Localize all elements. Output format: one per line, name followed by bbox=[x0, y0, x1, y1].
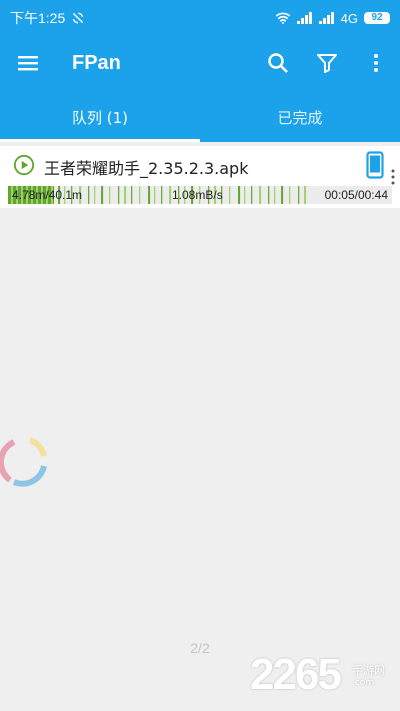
app-toolbar: FPan bbox=[0, 36, 400, 92]
item-more-icon[interactable] bbox=[388, 168, 398, 186]
download-item[interactable]: 王者荣耀助手_2.35.2.3.apk 4.78m/40.1m 1.08mB/s… bbox=[0, 146, 400, 208]
battery-indicator: 92 bbox=[364, 12, 390, 24]
watermark-text: 手游网 bbox=[352, 664, 385, 677]
progress-segment bbox=[109, 186, 111, 204]
file-name: 王者荣耀助手_2.35.2.3.apk bbox=[44, 159, 249, 178]
more-vert-icon[interactable] bbox=[364, 51, 388, 75]
watermark-url: .com bbox=[352, 678, 375, 688]
progress-segment bbox=[148, 186, 151, 204]
progress-segment bbox=[251, 186, 253, 204]
download-progress-bar: 4.78m/40.1m 1.08mB/s 00:05/00:44 bbox=[8, 186, 392, 204]
progress-segment bbox=[289, 186, 291, 204]
progress-segment bbox=[131, 186, 133, 204]
status-bar: 下午1:25 4G 92 bbox=[0, 0, 400, 36]
progress-segment bbox=[139, 186, 141, 204]
phone-icon[interactable] bbox=[366, 151, 384, 179]
progress-segment bbox=[298, 186, 300, 204]
progress-segment bbox=[88, 186, 90, 204]
watermark: 2265 手游网 .com bbox=[250, 650, 400, 708]
loading-spinner-icon bbox=[0, 437, 47, 487]
progress-segment bbox=[94, 186, 96, 204]
progress-segment bbox=[161, 186, 163, 204]
progress-segment bbox=[268, 186, 270, 204]
progress-segment bbox=[229, 186, 231, 204]
progress-segment bbox=[124, 186, 127, 204]
progress-segment bbox=[101, 186, 104, 204]
app-title: FPan bbox=[72, 52, 121, 74]
size-progress: 4.78m/40.1m bbox=[12, 188, 83, 202]
status-left: 下午1:25 bbox=[10, 8, 85, 28]
progress-segment bbox=[244, 186, 246, 204]
progress-segment bbox=[274, 186, 276, 204]
network-type: 4G bbox=[340, 10, 358, 26]
progress-segment bbox=[169, 186, 172, 204]
download-list: 王者荣耀助手_2.35.2.3.apk 4.78m/40.1m 1.08mB/s… bbox=[0, 142, 400, 711]
tab-bar: 队列 (1) 已完成 bbox=[0, 92, 400, 142]
progress-segment bbox=[154, 186, 156, 204]
status-right: 4G 92 bbox=[275, 11, 390, 26]
watermark-number: 2265 bbox=[250, 650, 342, 699]
progress-segment bbox=[118, 186, 120, 204]
signal-icon bbox=[296, 12, 312, 24]
search-icon[interactable] bbox=[266, 51, 290, 75]
sync-off-icon bbox=[73, 12, 84, 24]
progress-segment bbox=[304, 186, 307, 204]
menu-icon[interactable] bbox=[16, 51, 40, 75]
tab-queue[interactable]: 队列 (1) bbox=[0, 92, 200, 142]
tab-completed[interactable]: 已完成 bbox=[200, 92, 400, 142]
play-icon[interactable] bbox=[13, 154, 35, 176]
status-time: 下午1:25 bbox=[10, 10, 66, 26]
filter-icon[interactable] bbox=[315, 51, 339, 75]
progress-segment bbox=[259, 186, 262, 204]
progress-segment bbox=[281, 186, 284, 204]
signal-icon-2 bbox=[318, 12, 334, 24]
download-time: 00:05/00:44 bbox=[324, 188, 388, 202]
wifi-icon bbox=[275, 12, 290, 24]
progress-segment bbox=[238, 186, 241, 204]
download-speed: 1.08mB/s bbox=[172, 188, 223, 202]
